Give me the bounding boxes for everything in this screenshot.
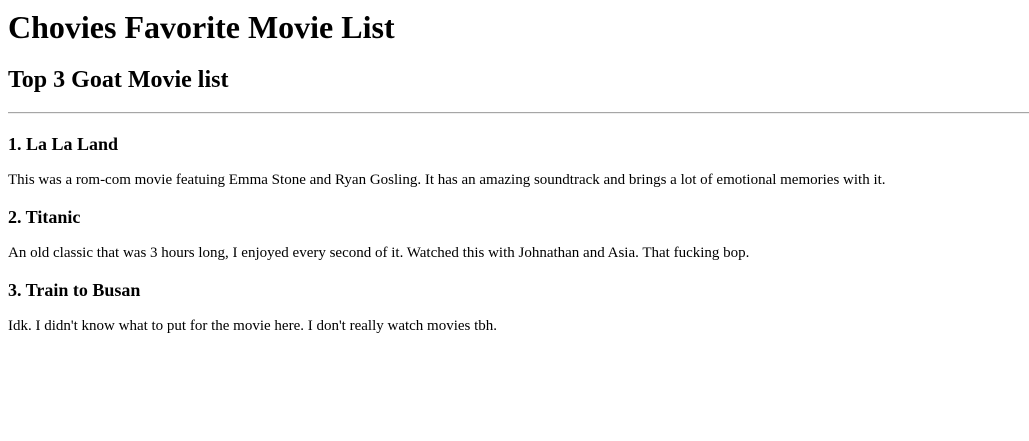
movie-description: This was a rom-com movie featuing Emma S… bbox=[8, 172, 886, 188]
movie-description: Idk. I didn't know what to put for the m… bbox=[8, 318, 498, 334]
movie-description: An old classic that was 3 hours long, I … bbox=[8, 245, 750, 261]
divider bbox=[8, 112, 1029, 114]
movie-title: 2. Titanic bbox=[8, 207, 81, 227]
movie-entry-titanic: 2. Titanic An old classic that was 3 hou… bbox=[8, 206, 1029, 262]
page-title: Chovies Favorite Movie List bbox=[8, 9, 395, 45]
movie-list: 1. La La Land This was a rom-com movie f… bbox=[8, 133, 1029, 335]
movie-title: 3. Train to Busan bbox=[8, 280, 141, 300]
page-subtitle: Top 3 Goat Movie list bbox=[8, 67, 229, 93]
movie-title: 1. La La Land bbox=[8, 134, 119, 154]
movie-entry-la-la-land: 1. La La Land This was a rom-com movie f… bbox=[8, 133, 1029, 189]
movie-entry-train-to-busan: 3. Train to Busan Idk. I didn't know wha… bbox=[8, 279, 1029, 335]
